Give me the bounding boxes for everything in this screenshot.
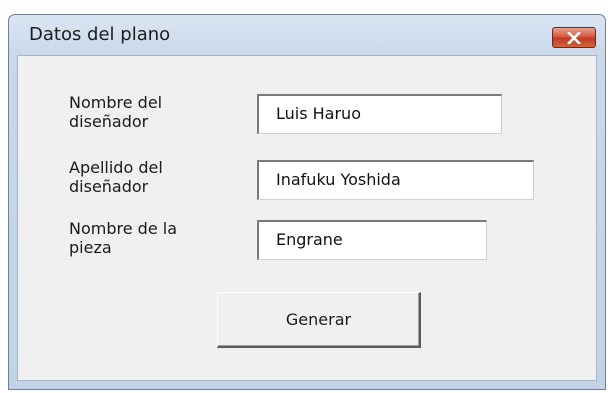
generate-button[interactable]: Generar xyxy=(217,292,421,348)
designer-name-field[interactable]: Luis Haruo xyxy=(257,94,502,134)
part-name-label: Nombre de la pieza xyxy=(69,219,177,257)
close-icon xyxy=(567,31,581,44)
designer-surname-field[interactable]: Inafuku Yoshida xyxy=(257,160,534,200)
designer-name-label: Nombre del diseñador xyxy=(69,93,163,131)
title-bar[interactable]: Datos del plano xyxy=(9,15,605,55)
dialog-body: Nombre del diseñador Luis Haruo Apellido… xyxy=(17,55,597,381)
part-name-field[interactable]: Engrane xyxy=(257,220,487,260)
window-title: Datos del plano xyxy=(29,24,171,45)
designer-surname-label: Apellido del diseñador xyxy=(69,158,163,196)
dialog-window: Datos del plano Nombre del diseñador Lui… xyxy=(8,14,606,390)
close-button[interactable] xyxy=(552,27,596,48)
